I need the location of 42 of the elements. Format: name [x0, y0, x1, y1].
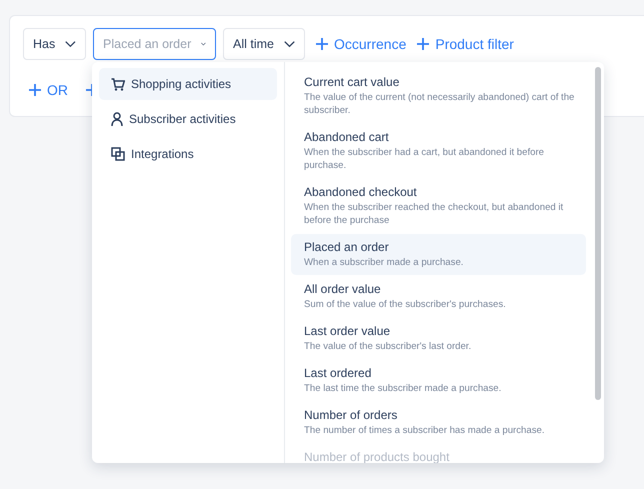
event-description: When the subscriber reached the checkout, but abandoned it before the purchase	[304, 201, 564, 227]
event-title: All order value	[304, 282, 381, 297]
event-title: Abandoned cart	[304, 130, 389, 145]
event-title: Last ordered	[304, 366, 372, 381]
category-item[interactable]: Shopping activities	[99, 68, 277, 100]
event-description: When the subscriber had a cart, but abandoned it before purchase.	[304, 146, 545, 172]
event-title: Last order value	[304, 324, 390, 339]
filter-select[interactable]: All time	[223, 28, 305, 60]
event-title: Abandoned checkout	[304, 185, 417, 200]
category-item[interactable]: Subscriber activities	[99, 103, 277, 135]
chevron-down-icon	[284, 40, 295, 48]
plus-icon	[29, 84, 41, 96]
event-option[interactable]: Placed an order When a subscriber made a purchase.	[291, 234, 586, 275]
chevron-down-icon	[65, 40, 76, 48]
cart-icon	[111, 78, 125, 90]
event-description: Sum of the value of the subscriber's purchases.	[304, 298, 506, 311]
plus-icon	[417, 38, 430, 50]
chevron-down-icon	[201, 40, 206, 48]
event-option[interactable]: All order value Sum of the value of the subscriber's purchases.	[291, 276, 586, 317]
category-item[interactable]: Integrations	[99, 138, 277, 170]
event-option[interactable]: Last ordered The last time the subscriber made a purchase.	[291, 360, 586, 401]
event-description: The number of times a subscriber has made a purchase.	[304, 424, 544, 437]
overlapping-squares-icon	[111, 147, 125, 161]
add-filter-link[interactable]: Occurrence	[316, 36, 406, 52]
add-group-link[interactable]: OR	[29, 82, 68, 98]
event-option[interactable]: Last order value The value of the subscriber's last order.	[291, 318, 586, 359]
event-option[interactable]: Number of orders The number of times a subscriber has made a purchase.	[291, 402, 586, 443]
event-description: The value of the current (not necessarily abandoned) cart of the subscriber.	[304, 91, 576, 117]
event-option[interactable]: Abandoned cart When the subscriber had a cart, but abandoned it before purchase.	[291, 124, 586, 178]
event-option[interactable]: Current cart value The value of the current (not necessarily abandoned) cart of the subscriber.	[291, 69, 586, 123]
filter-select[interactable]: Has	[23, 28, 86, 60]
event-title: Current cart value	[304, 75, 400, 90]
event-title: Placed an order	[304, 240, 389, 255]
person-icon	[111, 112, 123, 126]
event-description: The last time the subscriber made a purchase.	[304, 382, 502, 395]
plus-icon	[316, 38, 328, 50]
event-description: The value of the subscriber's last order.	[304, 340, 472, 353]
event-description: When a subscriber made a purchase.	[304, 256, 464, 269]
add-filter-link[interactable]: Product filter	[417, 36, 514, 52]
event-option[interactable]: Abandoned checkout When the subscriber reached the checkout, but abandoned it before the purchase	[291, 179, 586, 233]
event-title: Number of orders	[304, 408, 398, 423]
scrollbar[interactable]	[595, 67, 601, 400]
